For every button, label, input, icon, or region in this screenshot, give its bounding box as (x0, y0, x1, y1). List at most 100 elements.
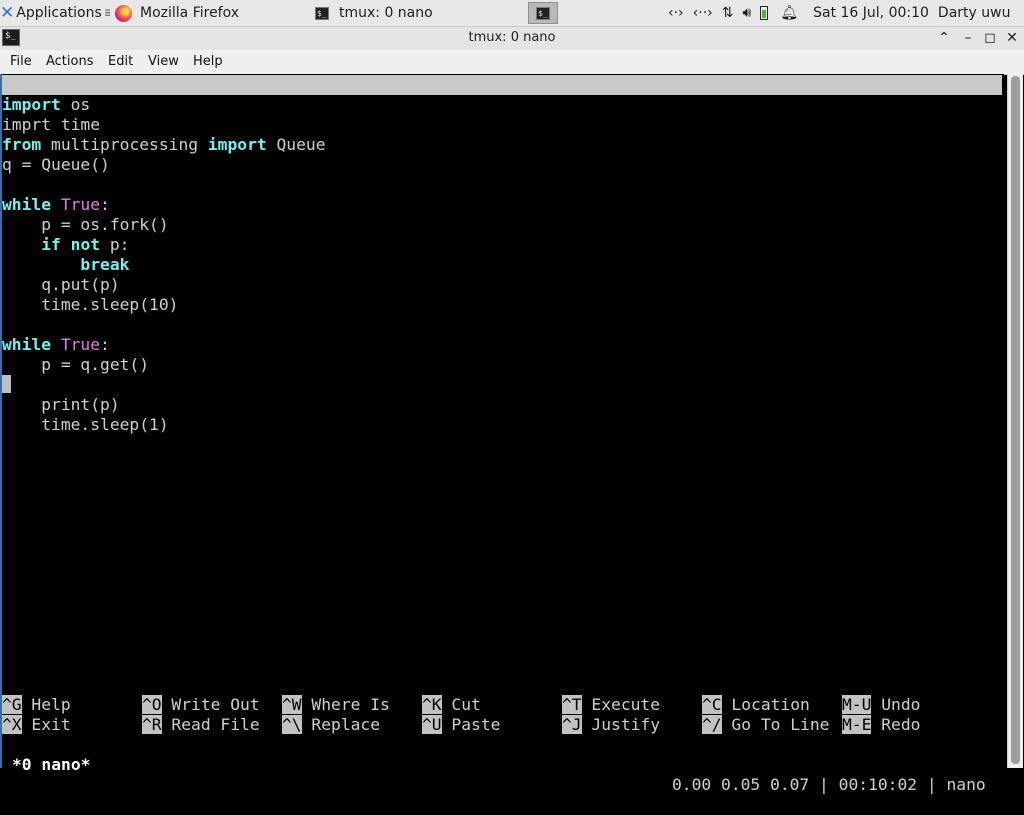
maximize-button[interactable]: ◻ (980, 29, 1000, 49)
code-line: time.sleep(10) (2, 295, 179, 314)
shortcut-key: ^\ (282, 715, 302, 734)
shortcut-key: ^R (142, 715, 162, 734)
menubar: File Actions Edit View Help (0, 50, 1024, 75)
shortcut-label: Replace (311, 715, 381, 734)
applications-label: Applications (16, 5, 102, 21)
shortcut-label: Where Is (311, 695, 390, 714)
tmux-time: 00:10:02 (838, 775, 918, 794)
shortcut-label: Read File (171, 715, 260, 734)
shortcut-item[interactable]: ^W Where Is (282, 695, 390, 715)
shortcut-item[interactable]: ^O Write Out (142, 695, 260, 715)
minimize-button[interactable]: – (958, 29, 978, 49)
shortcut-key: M-E (842, 715, 872, 734)
terminal-icon: $_ (315, 6, 329, 20)
tmux-status-right: 0.00 0.05 0.07 | 00:10:02 | nano (672, 775, 986, 794)
terminal-icon: $_ (536, 6, 550, 20)
top-panel: ✕ Applications ≡ Mozilla Firefox $_ tmux… (0, 0, 1024, 27)
network-vpn-icon[interactable]: ‹··› (693, 5, 713, 21)
menu-actions[interactable]: Actions (46, 54, 94, 69)
text-cursor (2, 375, 11, 393)
shortcut-item[interactable]: ^K Cut (422, 695, 481, 715)
shortcut-key: ^T (562, 695, 582, 714)
code-line: from multiprocessing import Queue (2, 135, 326, 154)
shortcut-key: ^J (562, 715, 582, 734)
code-line: q = Queue() (2, 155, 110, 174)
menu-edit[interactable]: Edit (108, 54, 133, 69)
shortcut-label: Help (31, 695, 71, 714)
code-line (2, 375, 11, 395)
taskbar-item-tmux[interactable]: $_ tmux: 0 nano (308, 0, 510, 26)
user-name[interactable]: Darty uwu (938, 5, 1011, 21)
firefox-icon (115, 4, 132, 22)
taskbar-item-firefox[interactable]: Mozilla Firefox (110, 0, 309, 26)
network-wired-icon[interactable]: ‹·› (668, 5, 684, 21)
close-button[interactable]: ✕ (1002, 29, 1022, 49)
nano-filename: test.py * (492, 115, 581, 134)
code-line: if not p: (41, 235, 130, 254)
shortcut-label: Execute (591, 695, 661, 714)
shortcut-label: Write Out (171, 695, 260, 714)
taskbar-item-label: Mozilla Firefox (140, 5, 240, 21)
system-tray: ‹·› ‹··› ⇅ 🔊︎ 🔔︎ Sat 16 Jul, 00:10 Darty… (668, 0, 1018, 26)
code-line: p = os.fork() (2, 215, 169, 234)
shortcut-key: M-U (842, 695, 872, 714)
battery-icon[interactable] (760, 6, 769, 20)
clock[interactable]: Sat 16 Jul, 00:10 (813, 5, 929, 21)
menu-view[interactable]: View (148, 54, 179, 69)
shortcut-label: Justify (591, 715, 661, 734)
shortcut-item[interactable]: ^R Read File (142, 715, 260, 735)
shortcut-label: Cut (451, 695, 481, 714)
shortcut-label: Undo (881, 695, 921, 714)
shortcut-label: Paste (451, 715, 501, 734)
shortcut-item[interactable]: ^X Exit (2, 715, 71, 735)
code-line: while True: (2, 335, 110, 354)
code-line: while True: (2, 195, 110, 214)
shortcut-key: ^U (422, 715, 442, 734)
code-line: break (80, 255, 130, 274)
shortcut-label: Location (731, 695, 810, 714)
network-transfer-icon[interactable]: ⇅ (722, 5, 734, 21)
shortcut-item[interactable]: M-U Undo (842, 695, 920, 715)
shortcut-key: ^/ (702, 715, 722, 734)
notification-bell-icon[interactable]: 🔔︎ (780, 5, 798, 21)
code-line: import os (2, 95, 91, 114)
code-line: imprt time (2, 115, 101, 134)
shortcut-item[interactable]: ^\ Replace (282, 715, 380, 735)
tmux-host: nano (946, 775, 986, 794)
tmux-window-label[interactable]: *0 nano* (12, 755, 90, 775)
tmux-status-line: *0 nano* 0.00 0.05 0.07 | 00:10:02 | nan… (2, 735, 1002, 794)
window-titlebar[interactable]: $_ tmux: 0 nano ⌃ – ◻ ✕ (0, 27, 1024, 50)
shortcut-key: ^K (422, 695, 442, 714)
scrollbar-thumb[interactable] (1011, 76, 1020, 764)
terminal-area[interactable]: GNU nano 6.2 test.py * import os imprt ti… (2, 74, 1004, 794)
applications-menu-button[interactable]: ✕ Applications ≡ (0, 0, 110, 26)
xfce-logo-icon: ✕ (0, 3, 15, 23)
shortcut-item[interactable]: ^/ Go To Line (702, 715, 829, 735)
shortcut-key: ^O (142, 695, 162, 714)
launcher-terminal-button[interactable]: $_ (527, 0, 559, 26)
chevron-up-icon[interactable]: ⌃ (934, 29, 954, 49)
volume-icon[interactable]: 🔊︎ (743, 5, 752, 21)
code-line: time.sleep(1) (2, 415, 169, 434)
shortcut-item[interactable]: M-E Redo (842, 715, 920, 735)
code-line: q.put(p) (2, 275, 120, 294)
menu-help[interactable]: Help (193, 54, 223, 69)
shortcut-key: ^X (2, 715, 22, 734)
shortcut-item[interactable]: ^J Justify (562, 715, 660, 735)
load-average: 0.00 0.05 0.07 (672, 775, 810, 794)
shortcut-item[interactable]: ^G Help (2, 695, 71, 715)
code-line: p = q.get() (2, 355, 150, 374)
window-title: tmux: 0 nano (468, 30, 556, 45)
shortcut-label: Go To Line (731, 715, 830, 734)
shortcut-item[interactable]: ^C Location (702, 695, 810, 715)
nano-titlebar: GNU nano 6.2 test.py * (2, 75, 1002, 134)
shortcut-key: ^C (702, 695, 722, 714)
shortcut-item[interactable]: ^U Paste (422, 715, 500, 735)
code-line: print(p) (2, 395, 120, 414)
shortcut-item[interactable]: ^T Execute (562, 695, 660, 715)
shortcut-key: ^G (2, 695, 22, 714)
taskbar-item-label: tmux: 0 nano (339, 5, 433, 21)
menu-file[interactable]: File (10, 54, 32, 69)
terminal-scrollbar[interactable] (1007, 74, 1023, 768)
shortcut-key: ^W (282, 695, 302, 714)
